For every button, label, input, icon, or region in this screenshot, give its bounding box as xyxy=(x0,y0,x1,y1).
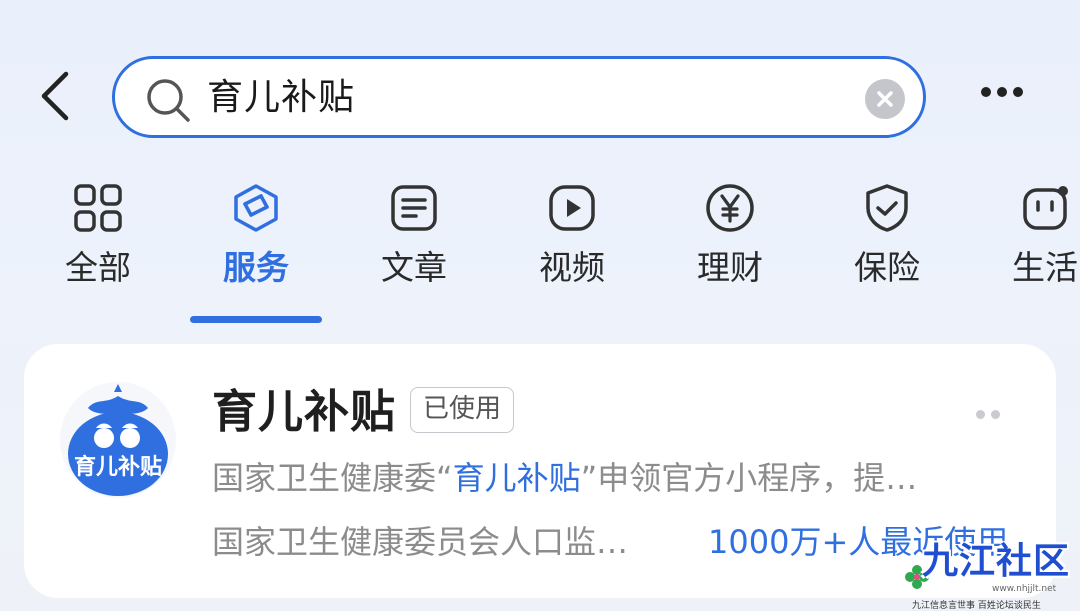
tab-finance[interactable]: 理财 xyxy=(665,182,795,302)
mini-program-logo[interactable]: 育儿补贴 xyxy=(58,378,178,498)
tab-services[interactable]: 服务 xyxy=(191,182,321,302)
result-owner: 国家卫生健康委员会人口监… xyxy=(212,523,629,561)
tab-label: 视频 xyxy=(539,248,605,287)
more-dot xyxy=(991,410,1000,419)
search-input[interactable]: 育儿补贴 xyxy=(207,73,355,123)
more-dot xyxy=(981,87,991,97)
active-tab-indicator xyxy=(190,316,322,323)
desc-highlight: 育儿补贴 xyxy=(452,459,581,497)
tab-videos[interactable]: 视频 xyxy=(507,182,637,302)
grid-icon xyxy=(74,184,122,232)
search-icon xyxy=(147,79,190,122)
more-options-button[interactable] xyxy=(978,82,1030,110)
tab-label: 生活 xyxy=(1012,248,1078,287)
tab-articles[interactable]: 文章 xyxy=(349,182,479,302)
watermark-slogan: 九江信息言世事 百姓论坛谈民生 xyxy=(912,601,1041,611)
more-dot xyxy=(976,410,985,419)
clear-search-button[interactable] xyxy=(865,79,905,119)
tab-label: 理财 xyxy=(697,248,763,287)
tab-label: 保险 xyxy=(854,248,920,287)
logo-text: 育儿补贴 xyxy=(74,454,162,480)
yen-icon xyxy=(706,184,754,232)
shield-check-icon xyxy=(866,184,908,232)
chevron-left-icon xyxy=(41,71,69,121)
close-icon xyxy=(877,91,893,107)
result-description: 国家卫生健康委“育儿补贴”申领官方小程序，提… xyxy=(212,456,1012,500)
life-face-icon xyxy=(1023,186,1068,230)
tab-label: 服务 xyxy=(223,248,289,287)
tab-all[interactable]: 全部 xyxy=(33,182,163,302)
play-icon xyxy=(549,185,595,231)
more-dot xyxy=(1013,87,1023,97)
tab-label: 文章 xyxy=(381,248,447,287)
article-icon xyxy=(391,185,437,231)
service-cube-icon xyxy=(234,184,278,232)
tab-life[interactable]: 生活 xyxy=(980,182,1080,302)
watermark-url: www.nhjjlt.net xyxy=(992,584,1057,594)
used-badge: 已使用 xyxy=(410,387,515,433)
card-more-button[interactable] xyxy=(976,404,1010,419)
watermark-name: 九江社区 xyxy=(922,541,1071,582)
more-dot xyxy=(997,87,1007,97)
desc-prefix: 国家卫生健康委“ xyxy=(212,459,453,497)
tab-insurance[interactable]: 保险 xyxy=(822,182,952,302)
back-button[interactable] xyxy=(36,70,76,122)
tab-label: 全部 xyxy=(65,248,131,287)
desc-suffix: ”申领官方小程序，提… xyxy=(580,459,918,497)
search-bar[interactable]: 育儿补贴 xyxy=(112,56,926,138)
watermark: 九江社区 www.nhjjlt.net 九江信息言世事 百姓论坛谈民生 xyxy=(900,540,1080,611)
result-title[interactable]: 育儿补贴 xyxy=(212,384,396,440)
